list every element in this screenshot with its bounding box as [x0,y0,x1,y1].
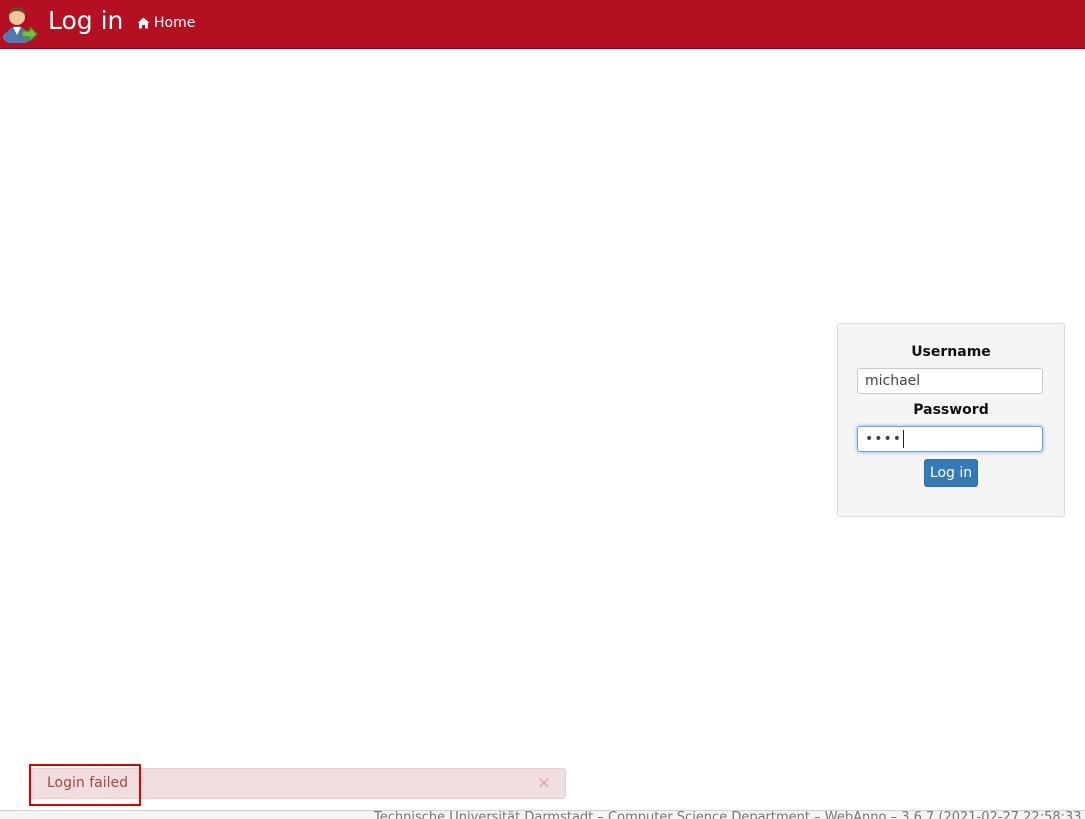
password-input[interactable]: •••• [857,426,1043,452]
close-icon[interactable]: × [537,773,551,793]
top-navbar: Log in Home [0,0,1085,49]
password-label: Password [913,402,989,418]
text-caret [903,430,905,448]
page-title: Log in [48,6,124,35]
home-link[interactable]: Home [137,14,195,32]
footer-text: Technische Universität Darmstadt – Compu… [374,810,1082,819]
password-value: •••• [865,431,903,447]
footer: Technische Universität Darmstadt – Compu… [0,810,1085,819]
username-input[interactable]: michael [857,368,1043,394]
alert-highlight-box [29,764,141,806]
username-label: Username [911,344,991,360]
home-icon [137,17,150,29]
username-value: michael [865,373,921,389]
login-button[interactable]: Log in [924,459,978,487]
user-login-icon [2,3,38,44]
home-link-label: Home [154,15,196,31]
login-panel: Username michael Password •••• Log in [837,323,1065,517]
